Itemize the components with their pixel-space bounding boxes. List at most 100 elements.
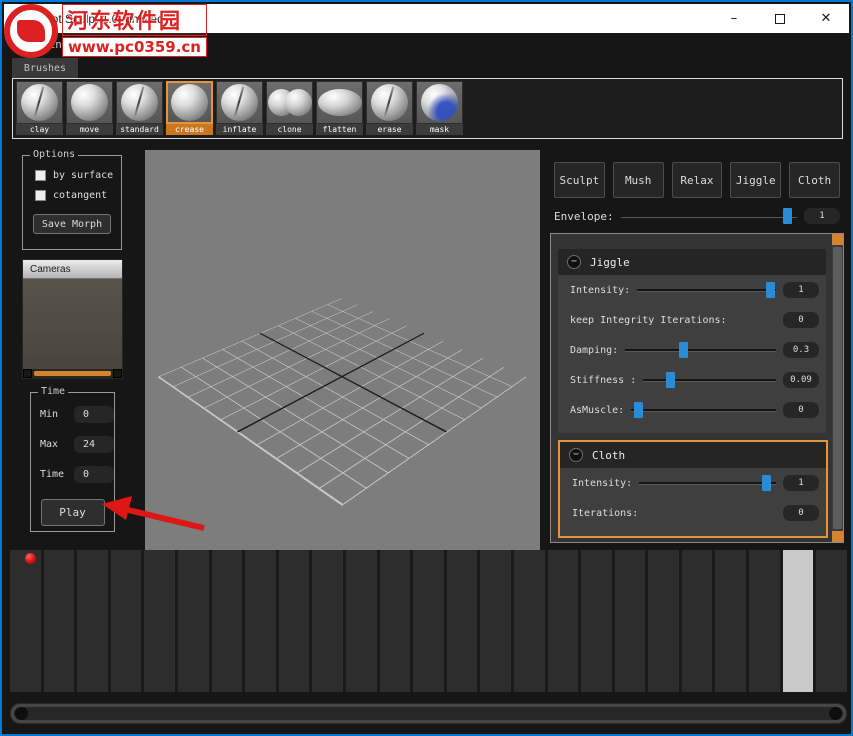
tab-brushes[interactable]: Brushes	[12, 58, 78, 78]
damping-value[interactable]: 0.3	[783, 342, 819, 358]
scroll-right-button[interactable]	[113, 369, 122, 378]
slider-handle[interactable]	[766, 282, 775, 298]
slider-track	[625, 349, 776, 352]
timeline-frame-13[interactable]	[447, 550, 478, 692]
cameras-scroll-handle[interactable]	[34, 371, 111, 376]
mush-button[interactable]: Mush	[613, 162, 664, 198]
relax-button[interactable]: Relax	[672, 162, 723, 198]
brush-label: inflate	[216, 124, 263, 135]
max-input[interactable]: 24	[74, 436, 114, 453]
timeline-frame-18[interactable]	[615, 550, 646, 692]
vertical-scroll-handle[interactable]	[833, 247, 842, 529]
maximize-icon[interactable]	[757, 4, 803, 33]
cotangent-checkbox[interactable]	[35, 190, 46, 201]
jiggle-panel-header[interactable]: − Jiggle	[558, 249, 826, 275]
slider-handle[interactable]	[679, 342, 688, 358]
cameras-list[interactable]	[23, 279, 122, 369]
timeline-frame-9[interactable]	[312, 550, 343, 692]
timeline-frame-12[interactable]	[413, 550, 444, 692]
collapse-icon[interactable]: −	[567, 255, 581, 269]
envelope-slider[interactable]	[621, 208, 797, 224]
timeline-frame-16[interactable]	[548, 550, 579, 692]
timeline-scrollbar[interactable]	[10, 703, 847, 724]
timeline-scroll-handle[interactable]	[14, 707, 843, 720]
brush-crease[interactable]: crease	[165, 81, 214, 136]
timeline-frames	[10, 550, 847, 692]
jiggle-button[interactable]: Jiggle	[730, 162, 781, 198]
timeline-frame-22[interactable]	[749, 550, 780, 692]
brush-mask[interactable]: mask	[415, 81, 464, 136]
timeline-frame-5[interactable]	[178, 550, 209, 692]
stiffness-slider[interactable]	[643, 372, 776, 388]
scroll-up-button[interactable]	[832, 234, 843, 245]
brush-inflate[interactable]: inflate	[215, 81, 264, 136]
cloth-iterations-row: Iterations: 0	[560, 498, 826, 528]
timeline-frame-7[interactable]	[245, 550, 276, 692]
damping-slider[interactable]	[625, 342, 776, 358]
timeline-frame-20[interactable]	[682, 550, 713, 692]
timeline-frame-15[interactable]	[514, 550, 545, 692]
timeline-frame-11[interactable]	[380, 550, 411, 692]
timeline-frame-0[interactable]	[10, 550, 41, 692]
cloth-button[interactable]: Cloth	[789, 162, 840, 198]
save-morph-button[interactable]: Save Morph	[33, 214, 111, 234]
sculpt-button[interactable]: Sculpt	[554, 162, 605, 198]
timeline-frame-10[interactable]	[346, 550, 377, 692]
timeline-frame-19[interactable]	[648, 550, 679, 692]
brush-move[interactable]: move	[65, 81, 114, 136]
collapse-icon[interactable]: −	[569, 448, 583, 462]
envelope-value[interactable]: 1	[804, 208, 840, 224]
timeline-frame-6[interactable]	[212, 550, 243, 692]
timeline-frame-2[interactable]	[77, 550, 108, 692]
by-surface-label: by surface	[53, 170, 113, 181]
brush-clone[interactable]: clone	[265, 81, 314, 136]
timeline-frame-3[interactable]	[111, 550, 142, 692]
min-input[interactable]: 0	[74, 406, 114, 423]
timeline-frame-24[interactable]	[816, 550, 847, 692]
brush-erase[interactable]: erase	[365, 81, 414, 136]
vertical-scrollbar[interactable]	[832, 234, 843, 542]
playhead-marker[interactable]	[25, 553, 36, 564]
timeline-frame-21[interactable]	[715, 550, 746, 692]
timeline-frame-8[interactable]	[279, 550, 310, 692]
by-surface-checkbox[interactable]	[35, 170, 46, 181]
envelope-label: Envelope:	[554, 210, 614, 223]
play-button[interactable]: Play	[41, 499, 105, 526]
timeline	[10, 550, 847, 692]
time-input[interactable]: 0	[74, 466, 114, 483]
brush-label: move	[66, 124, 113, 135]
cloth-intensity-value[interactable]: 1	[783, 475, 819, 491]
close-icon[interactable]: ✕	[803, 4, 849, 33]
scroll-left-button[interactable]	[23, 369, 32, 378]
slider-handle[interactable]	[783, 208, 792, 224]
slider-handle[interactable]	[634, 402, 643, 418]
intensity-slider[interactable]	[637, 282, 776, 298]
jiggle-panel: − Jiggle Intensity: 1 keep Integrity Ite…	[558, 249, 826, 433]
cloth-iterations-value[interactable]: 0	[783, 505, 819, 521]
timeline-frame-17[interactable]	[581, 550, 612, 692]
viewport-3d[interactable]	[145, 150, 540, 550]
asmuscle-slider[interactable]	[631, 402, 776, 418]
scroll-down-button[interactable]	[832, 531, 843, 542]
cameras-scroll-track[interactable]	[32, 370, 113, 377]
timeline-frame-14[interactable]	[480, 550, 511, 692]
brush-standard[interactable]: standard	[115, 81, 164, 136]
minimize-icon[interactable]: –	[711, 4, 757, 33]
keep-integrity-value[interactable]: 0	[783, 312, 819, 328]
cloth-intensity-slider[interactable]	[639, 475, 776, 491]
brush-clay[interactable]: clay	[15, 81, 64, 136]
intensity-value[interactable]: 1	[783, 282, 819, 298]
asmuscle-value[interactable]: 0	[783, 402, 819, 418]
cameras-scrollbar[interactable]	[23, 369, 122, 378]
cameras-header[interactable]: Cameras	[23, 260, 122, 279]
brush-flatten[interactable]: flatten	[315, 81, 364, 136]
timeline-frame-23[interactable]	[783, 550, 814, 692]
max-label: Max	[40, 439, 68, 450]
cloth-panel-header[interactable]: − Cloth	[560, 442, 826, 468]
slider-handle[interactable]	[762, 475, 771, 491]
stiffness-value[interactable]: 0.09	[783, 372, 819, 388]
mask-brush-icon	[416, 81, 463, 124]
timeline-frame-1[interactable]	[44, 550, 75, 692]
slider-handle[interactable]	[666, 372, 675, 388]
timeline-frame-4[interactable]	[144, 550, 175, 692]
